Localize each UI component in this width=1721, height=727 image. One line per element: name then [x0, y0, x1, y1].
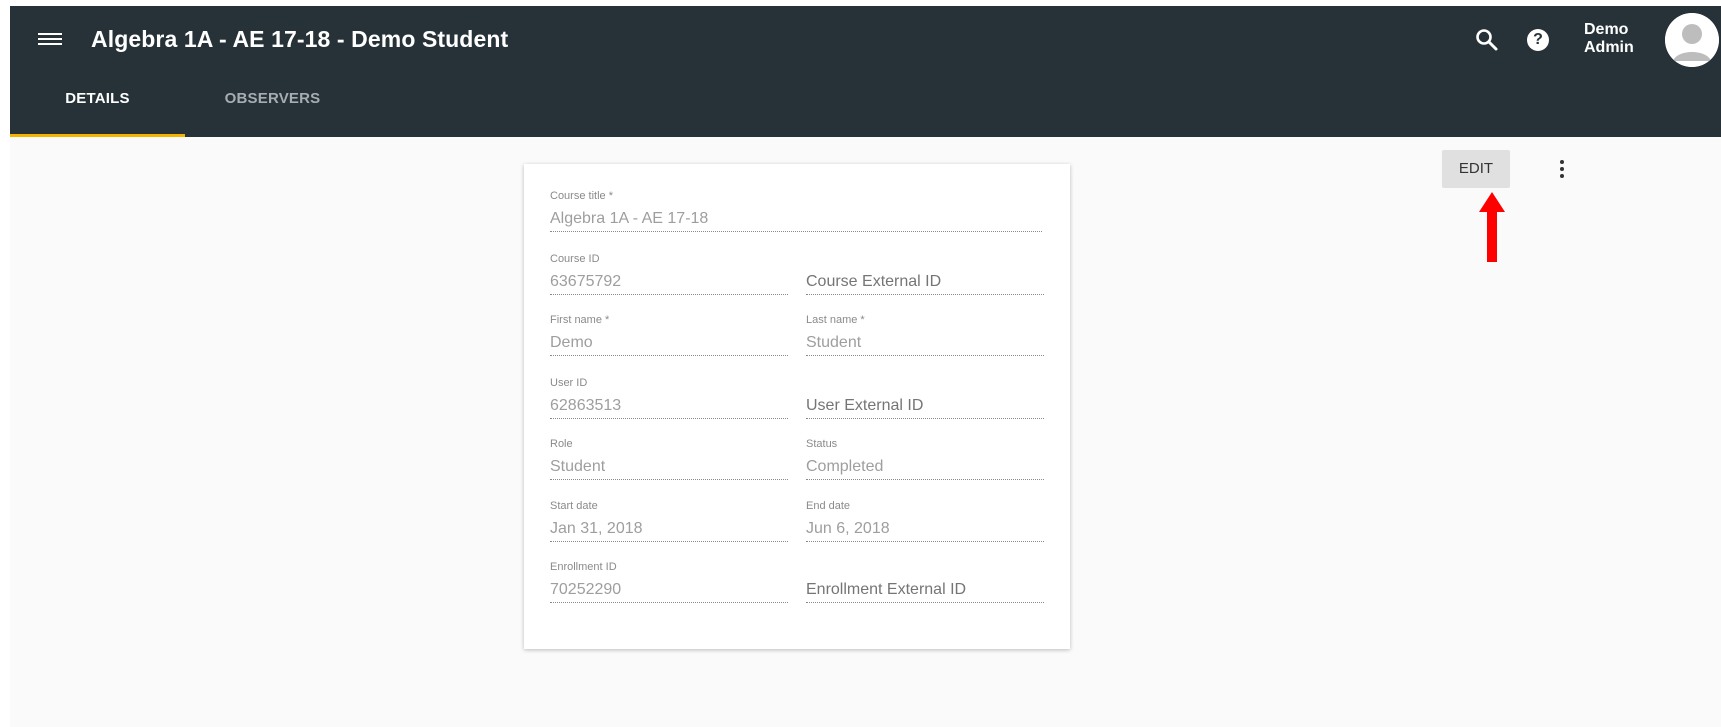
tab-observers[interactable]: OBSERVERS: [185, 78, 360, 137]
last-name-label: Last name *: [806, 314, 865, 326]
enrollment-id-label: Enrollment ID: [550, 561, 617, 573]
avatar-icon[interactable]: [1665, 13, 1719, 67]
user-external-id-field[interactable]: User External ID: [806, 376, 1044, 419]
role-value[interactable]: Student: [550, 455, 788, 480]
status-field[interactable]: Status Completed: [806, 437, 1044, 480]
tab-bar: DETAILS OBSERVERS: [10, 78, 610, 137]
page-title: Algebra 1A - AE 17-18 - Demo Student: [91, 26, 509, 52]
first-name-label: First name *: [550, 314, 610, 326]
user-id-value[interactable]: 62863513: [550, 394, 788, 419]
user-name-button[interactable]: Demo Admin: [1584, 21, 1654, 57]
course-external-id-field[interactable]: Course External ID: [806, 252, 1044, 295]
end-date-value[interactable]: Jun 6, 2018: [806, 517, 1044, 542]
course-title-field[interactable]: Course title * Algebra 1A - AE 17-18: [550, 189, 1042, 232]
details-card: Course title * Algebra 1A - AE 17-18 Cou…: [524, 164, 1070, 649]
enrollment-external-id-input[interactable]: Enrollment External ID: [806, 578, 1044, 603]
search-icon[interactable]: [1473, 26, 1501, 54]
course-id-label: Course ID: [550, 253, 600, 265]
user-first-name: Demo: [1584, 21, 1629, 38]
status-value[interactable]: Completed: [806, 455, 1044, 480]
last-name-value[interactable]: Student: [806, 331, 1044, 356]
start-date-value[interactable]: Jan 31, 2018: [550, 517, 788, 542]
first-name-value[interactable]: Demo: [550, 331, 788, 356]
end-date-label: End date: [806, 500, 851, 512]
start-date-label: Start date: [550, 500, 598, 512]
more-vert-icon[interactable]: [1556, 158, 1568, 180]
user-id-field[interactable]: User ID 62863513: [550, 376, 788, 419]
first-name-field[interactable]: First name * Demo: [550, 313, 788, 356]
role-field[interactable]: Role Student: [550, 437, 788, 480]
top-app-bar: Algebra 1A - AE 17-18 - Demo Student ? D…: [10, 6, 1721, 137]
role-label: Role: [550, 438, 573, 450]
enrollment-external-id-field[interactable]: Enrollment External ID: [806, 560, 1044, 603]
end-date-field[interactable]: End date Jun 6, 2018: [806, 499, 1044, 542]
start-date-field[interactable]: Start date Jan 31, 2018: [550, 499, 788, 542]
last-name-field[interactable]: Last name * Student: [806, 313, 1044, 356]
edit-button[interactable]: EDIT: [1442, 150, 1510, 188]
status-label: Status: [806, 438, 838, 450]
enrollment-id-field[interactable]: Enrollment ID 70252290: [550, 560, 788, 603]
red-arrow-annotation: [1476, 192, 1508, 262]
course-title-label: Course title *: [550, 190, 613, 202]
course-external-id-input[interactable]: Course External ID: [806, 270, 1044, 295]
tab-details[interactable]: DETAILS: [10, 78, 185, 137]
help-icon[interactable]: ?: [1527, 29, 1549, 51]
user-external-id-input[interactable]: User External ID: [806, 394, 1044, 419]
app-window: Algebra 1A - AE 17-18 - Demo Student ? D…: [10, 6, 1721, 727]
enrollment-id-value[interactable]: 70252290: [550, 578, 788, 603]
user-id-label: User ID: [550, 377, 588, 389]
course-title-value[interactable]: Algebra 1A - AE 17-18: [550, 207, 1042, 232]
menu-icon[interactable]: [38, 30, 62, 48]
course-id-field[interactable]: Course ID 63675792: [550, 252, 788, 295]
user-last-name: Admin: [1584, 39, 1634, 56]
course-id-value[interactable]: 63675792: [550, 270, 788, 295]
